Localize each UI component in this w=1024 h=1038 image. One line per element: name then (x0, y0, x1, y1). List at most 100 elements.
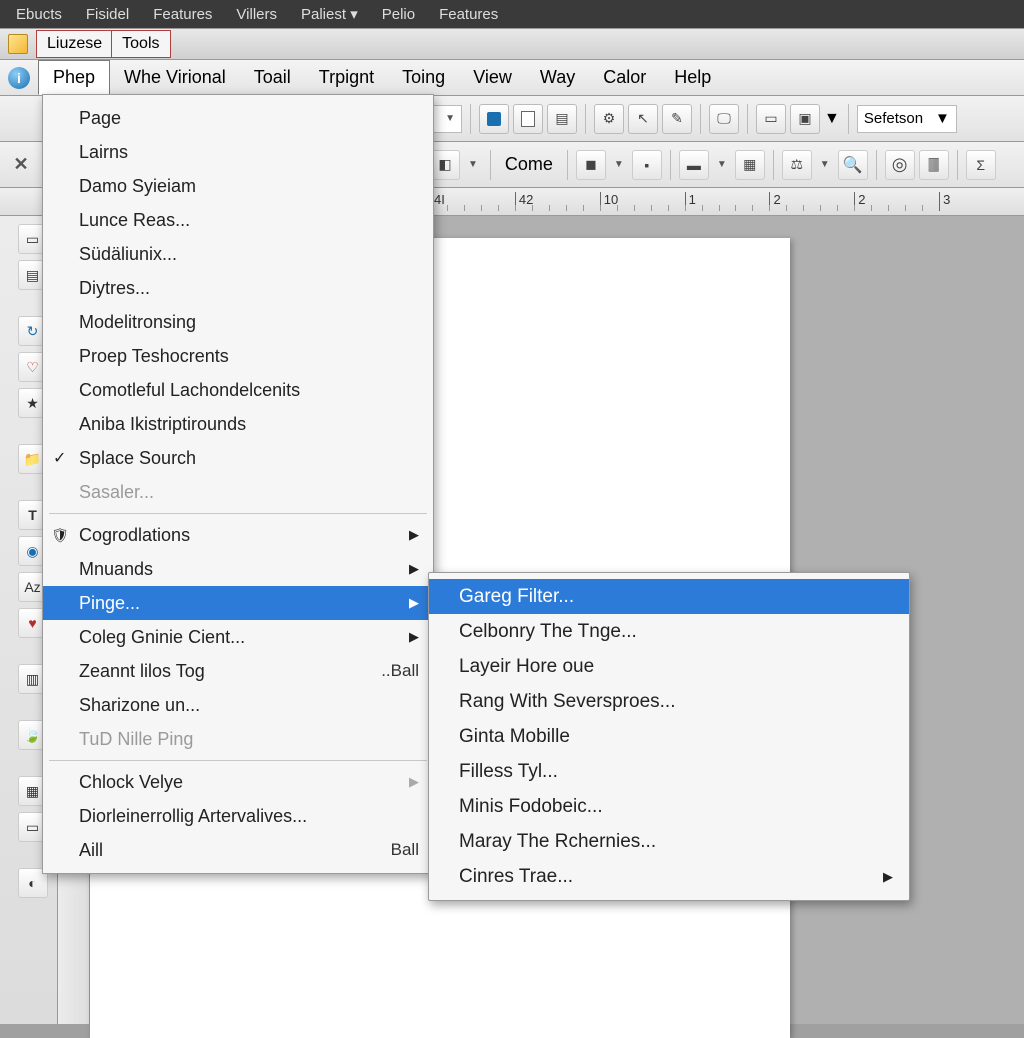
menu-item-aniba[interactable]: Aniba Ikistriptirounds (43, 407, 433, 441)
os-menu-item[interactable]: Pelio (370, 6, 427, 23)
menu-item-modelitronsing[interactable]: Modelitronsing (43, 305, 433, 339)
menu-toing[interactable]: Toing (388, 61, 459, 94)
menu-item-diytres[interactable]: Diytres... (43, 271, 433, 305)
menu-item-mnuands[interactable]: Mnuands▶ (43, 552, 433, 586)
toolbar-button[interactable]: ◼ (576, 150, 606, 180)
title-tab[interactable]: Liuzese (36, 30, 112, 58)
os-menu-item[interactable]: Paliest ▾ (289, 5, 370, 23)
menu-item-lunce[interactable]: Lunce Reas... (43, 203, 433, 237)
film-icon: ▭ (26, 819, 39, 836)
menu-item-splace[interactable]: ✓Splace Sourch (43, 441, 433, 475)
menu-item-zeannt[interactable]: Zeannt lilos Tog..Ball (43, 654, 433, 688)
submenu-arrow-icon: ▶ (409, 774, 419, 790)
separator (747, 104, 748, 134)
separator (585, 104, 586, 134)
shapes-icon: ◧ (438, 156, 451, 173)
os-menu-item[interactable]: Ebucts (4, 6, 74, 23)
submenu-item-ginta[interactable]: Ginta Mobille (429, 719, 909, 754)
dropdown-arrow-icon[interactable]: ▼ (610, 159, 628, 170)
menu-item-comotleful[interactable]: Comotleful Lachondelcenits (43, 373, 433, 407)
menu-toail[interactable]: Toail (240, 61, 305, 94)
submenu-item-layeir[interactable]: Layeir Hore oue (429, 649, 909, 684)
stack-icon: 🀫 (928, 156, 939, 173)
os-menu-item[interactable]: Villers (224, 6, 289, 23)
dropdown-arrow-icon[interactable]: ▼ (464, 159, 482, 170)
submenu-arrow-icon: ▶ (883, 869, 893, 885)
menu-item-diorleiner[interactable]: Diorleinerrollig Artervalives... (43, 799, 433, 833)
window-icon: ▭ (764, 110, 777, 127)
grid-icon (743, 156, 756, 173)
submenu-item-maray[interactable]: Maray The Rchernies... (429, 824, 909, 859)
os-menu-item[interactable]: Features (427, 6, 510, 23)
menu-item-tud: TuD Nille Ping (43, 722, 433, 756)
toolbar-button[interactable]: Σ (966, 150, 996, 180)
menu-item-pinge[interactable]: Pinge...▶ (43, 586, 433, 620)
separator (490, 150, 491, 180)
gear-icon (603, 110, 616, 127)
pen-icon: ✎ (671, 110, 683, 127)
toolbar-button[interactable] (594, 104, 624, 134)
dropdown-arrow-icon[interactable]: ▼ (816, 159, 834, 170)
menu-item-cogrodlations[interactable]: 🛡Cogrodlations▶ (43, 518, 433, 552)
submenu-item-minis[interactable]: Minis Fodobeic... (429, 789, 909, 824)
toolbar-button[interactable]: ▤ (547, 104, 577, 134)
toolbar-button[interactable] (735, 150, 765, 180)
title-tab[interactable]: Tools (111, 30, 170, 58)
toolbar-button[interactable] (479, 104, 509, 134)
os-menu-item[interactable]: Fisidel (74, 6, 141, 23)
toolbar-button[interactable]: ◧ (430, 150, 460, 180)
submenu-item-gareg[interactable]: Gareg Filter... (429, 579, 909, 614)
pages-icon: ▥ (26, 671, 39, 688)
page-icon: ▭ (26, 231, 39, 248)
toolbar-button[interactable]: ▬ (679, 150, 709, 180)
menu-trpignt[interactable]: Trpignt (305, 61, 388, 94)
sheet-icon: ▤ (26, 267, 39, 284)
menu-item-proep[interactable]: Proep Teshocrents (43, 339, 433, 373)
menu-item-sharizone[interactable]: Sharizone un... (43, 688, 433, 722)
menu-item-lairns[interactable]: Lairns (43, 135, 433, 169)
menu-item-sasaler: Sasaler... (43, 475, 433, 509)
toolbar-button[interactable]: ▭ (756, 104, 786, 134)
toolbar-button[interactable] (513, 104, 543, 134)
misc-icon: ◐ (28, 875, 36, 891)
search-icon (843, 155, 863, 175)
toolbar-button[interactable]: 🖵 (709, 104, 739, 134)
toolbar-combo[interactable]: Sefetson▼ (857, 105, 957, 133)
sigma-icon: Σ (976, 157, 985, 173)
toolbar-text-button[interactable]: Come (499, 154, 559, 175)
info-icon[interactable]: i (8, 67, 30, 89)
menu-item-chlock[interactable]: Chlock Velye▶ (43, 765, 433, 799)
dropdown-arrow-icon[interactable]: ▼ (824, 110, 840, 128)
toolbar-button[interactable]: ⚖ (782, 150, 812, 180)
separator (700, 104, 701, 134)
menu-item-damo[interactable]: Damo Syieiam (43, 169, 433, 203)
menu-item-aill[interactable]: AillBall (43, 833, 433, 867)
toolbar-button[interactable]: ▪ (632, 150, 662, 180)
menu-item-sudaliunix[interactable]: Südäliunix... (43, 237, 433, 271)
menu-calor[interactable]: Calor (589, 61, 660, 94)
menu-view[interactable]: View (459, 61, 526, 94)
os-menu-item[interactable]: Features (141, 6, 224, 23)
menu-help[interactable]: Help (660, 61, 725, 94)
separator (848, 104, 849, 134)
leaf-icon: 🍃 (24, 727, 41, 744)
dropdown-arrow-icon[interactable]: ▼ (713, 159, 731, 170)
menu-way[interactable]: Way (526, 61, 589, 94)
menu-item-coleg[interactable]: Coleg Gninie Cient...▶ (43, 620, 433, 654)
toolbar-button[interactable]: 🀫 (919, 150, 949, 180)
toolbar-button[interactable]: ▣ (790, 104, 820, 134)
submenu-item-cinres[interactable]: Cinres Trae...▶ (429, 859, 909, 894)
submenu-item-filless[interactable]: Filless Tyl... (429, 754, 909, 789)
close-button[interactable]: ✕ (8, 152, 34, 178)
submenu-item-rang[interactable]: Rang With Seversproes... (429, 684, 909, 719)
toolbar-button[interactable] (838, 150, 868, 180)
menu-phep[interactable]: Phep (38, 60, 110, 95)
menu-separator (49, 513, 427, 514)
menu-whe-virional[interactable]: Whe Virional (110, 61, 240, 94)
separator (670, 150, 671, 180)
submenu-item-celbonry[interactable]: Celbonry The Tnge... (429, 614, 909, 649)
toolbar-button[interactable] (885, 150, 915, 180)
menu-item-page[interactable]: Page (43, 101, 433, 135)
toolbar-button[interactable]: ✎ (662, 104, 692, 134)
toolbar-button[interactable]: ↖ (628, 104, 658, 134)
